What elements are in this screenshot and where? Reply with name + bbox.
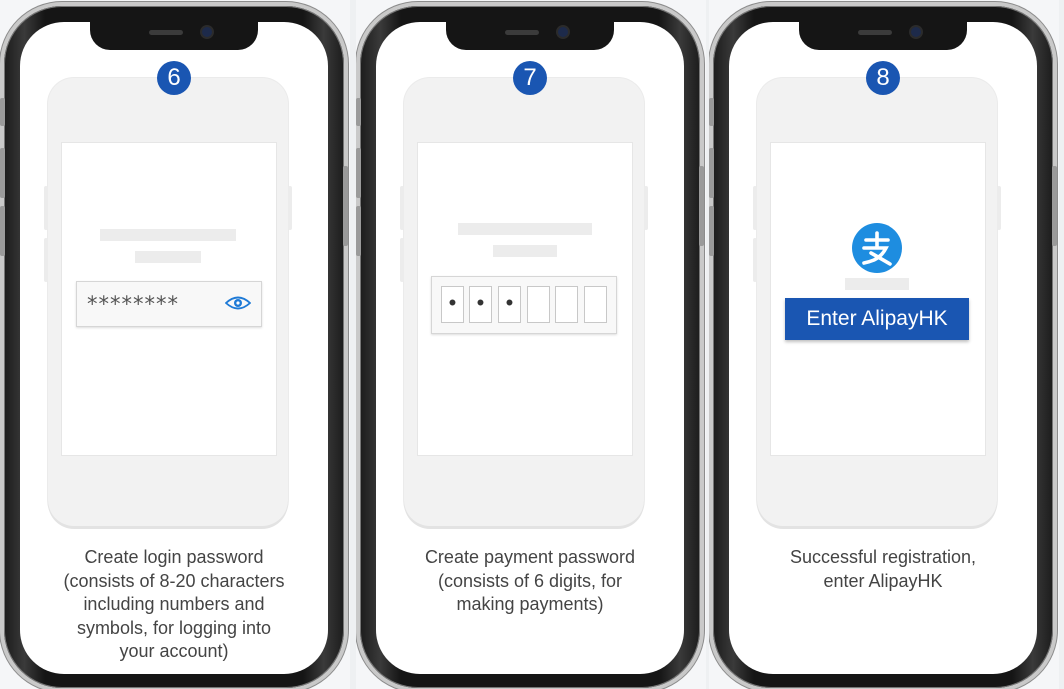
phone-screen: 7 • • • Create payment password (consist…: [376, 22, 684, 674]
speaker-icon: [858, 30, 892, 35]
step-panel-6: 6 ******** Create login password (consis…: [0, 0, 350, 689]
mock-phone-screen: ********: [61, 142, 277, 456]
phone-notch: [90, 22, 258, 50]
phone-side-button: [0, 148, 5, 198]
speaker-icon: [149, 30, 183, 35]
mock-phone-side-button: [753, 238, 757, 282]
caption-line: including numbers and: [83, 594, 265, 614]
phone-side-button: [356, 148, 361, 198]
caption-line: (consists of 8-20 characters: [63, 570, 285, 591]
step-number-badge: 6: [157, 61, 191, 95]
phone-side-button: [709, 148, 714, 198]
mock-phone-side-button: [644, 186, 648, 230]
phone-side-button: [1052, 166, 1057, 246]
mock-phone: ********: [44, 78, 292, 526]
pin-digit-box: •: [469, 286, 492, 323]
phone-side-button: [356, 98, 361, 126]
caption-line: Successful registration,: [789, 547, 977, 567]
step-caption: Create login password (consists of 8-20 …: [44, 546, 304, 664]
password-mask: ********: [87, 292, 179, 316]
phone-side-button: [356, 206, 361, 256]
phone-side-button: [0, 98, 5, 126]
step-caption: Create payment password (consists of 6 d…: [400, 546, 660, 617]
step-number-badge: 7: [513, 61, 547, 95]
caption-line: your account): [119, 641, 229, 661]
caption-line: enter AlipayHK: [823, 570, 943, 591]
login-password-field[interactable]: ********: [76, 281, 262, 327]
phone-side-button: [343, 166, 348, 246]
phone-frame: 6 ******** Create login password (consis…: [0, 6, 348, 688]
mock-phone: Enter AlipayHK: [753, 78, 1001, 526]
mock-phone-screen: • • •: [417, 142, 633, 456]
phone-screen: 8 Enter AlipayHK Successful registration…: [729, 22, 1037, 674]
pin-digit-box: [555, 286, 578, 323]
phone-side-button: [0, 206, 5, 256]
phone-side-button: [699, 166, 704, 246]
caption-line: making payments): [456, 594, 604, 614]
placeholder-subtitle-bar: [135, 251, 201, 263]
caption-line: (consists of 6 digits, for: [437, 570, 623, 591]
phone-side-button: [709, 98, 714, 126]
caption-line: Create login password: [84, 547, 264, 567]
enter-alipayhk-button[interactable]: Enter AlipayHK: [785, 298, 969, 340]
mock-phone-side-button: [288, 186, 292, 230]
placeholder-text-bar: [845, 278, 909, 290]
mock-phone-side-button: [997, 186, 1001, 230]
payment-pin-field[interactable]: • • •: [431, 276, 617, 334]
step-panel-8: 8 Enter AlipayHK Successful registration…: [709, 0, 1059, 689]
step-caption: Successful registration, enter AlipayHK: [753, 546, 1013, 593]
caption-line: Create payment password: [424, 547, 636, 567]
pin-digit-box: •: [441, 286, 464, 323]
mock-phone-side-button: [753, 186, 757, 230]
camera-icon: [911, 27, 921, 37]
show-password-eye-icon[interactable]: [225, 295, 251, 311]
pin-digit-box: [527, 286, 550, 323]
mock-phone: • • •: [400, 78, 648, 526]
placeholder-title-bar: [458, 223, 592, 235]
phone-screen: 6 ******** Create login password (consis…: [20, 22, 328, 674]
pin-digit-box: •: [498, 286, 521, 323]
phone-frame: 8 Enter AlipayHK Successful registration…: [709, 6, 1057, 688]
camera-icon: [558, 27, 568, 37]
pin-digit-box: [584, 286, 607, 323]
alipay-logo-icon: [852, 223, 902, 273]
phone-frame: 7 • • • Create payment password (consist…: [356, 6, 704, 688]
phone-side-button: [709, 206, 714, 256]
phone-notch: [446, 22, 614, 50]
caption-line: symbols, for logging into: [76, 617, 272, 638]
mock-phone-screen: Enter AlipayHK: [770, 142, 986, 456]
placeholder-title-bar: [100, 229, 236, 241]
mock-phone-side-button: [400, 238, 404, 282]
placeholder-subtitle-bar: [493, 245, 557, 257]
mock-phone-side-button: [44, 238, 48, 282]
step-panel-7: 7 • • • Create payment password (consist…: [356, 0, 706, 689]
mock-phone-side-button: [400, 186, 404, 230]
mock-phone-side-button: [44, 186, 48, 230]
phone-notch: [799, 22, 967, 50]
step-number-badge: 8: [866, 61, 900, 95]
camera-icon: [202, 27, 212, 37]
speaker-icon: [505, 30, 539, 35]
